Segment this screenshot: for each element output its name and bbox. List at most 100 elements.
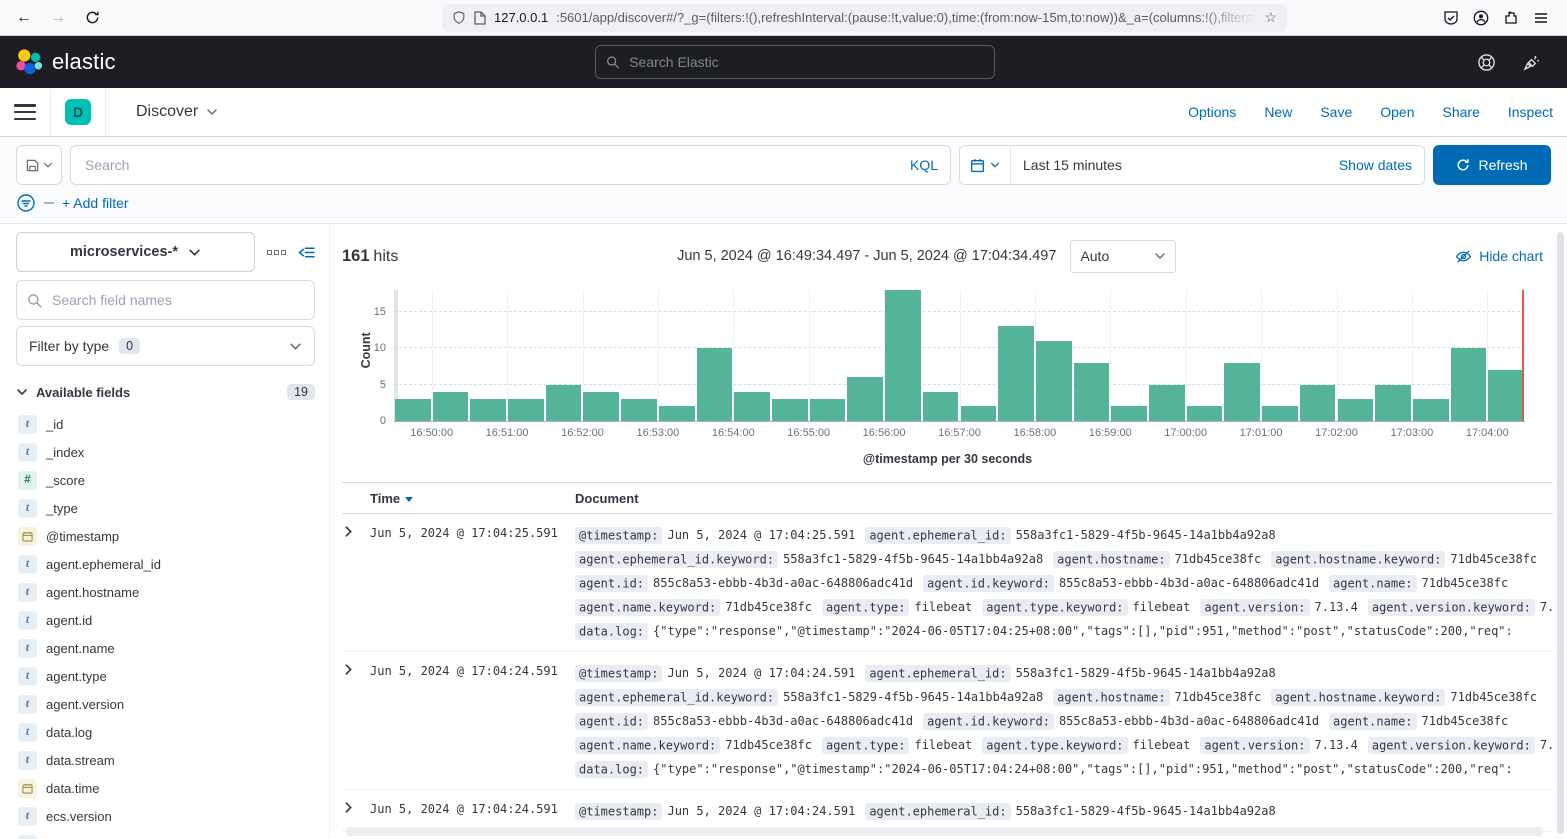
histogram-bar[interactable] <box>658 406 695 421</box>
histogram-bar[interactable] <box>508 399 544 421</box>
field-search-input[interactable] <box>50 291 304 309</box>
nav-link-share[interactable]: Share <box>1443 104 1480 120</box>
nav-link-save[interactable]: Save <box>1320 104 1352 120</box>
show-dates-button[interactable]: Show dates <box>1339 157 1424 173</box>
column-header-time[interactable]: Time <box>370 491 575 506</box>
histogram-bar[interactable] <box>1111 406 1147 421</box>
expand-row-button[interactable] <box>342 799 370 823</box>
date-quick-select-button[interactable] <box>960 146 1011 184</box>
histogram-bar[interactable] <box>545 384 582 421</box>
field-item-agent.name[interactable]: t agent.name <box>16 634 315 662</box>
histogram-bar[interactable] <box>1262 406 1298 421</box>
histogram-bar[interactable] <box>998 326 1034 421</box>
histogram-bar[interactable] <box>1412 399 1449 421</box>
histogram-bar[interactable] <box>1299 384 1336 421</box>
nav-link-new[interactable]: New <box>1264 104 1292 120</box>
field-item-ecs.version[interactable]: t ecs.version <box>16 802 315 830</box>
nav-link-inspect[interactable]: Inspect <box>1508 104 1553 120</box>
time-range-display[interactable]: Last 15 minutes <box>1011 157 1339 173</box>
global-search[interactable] <box>595 45 995 79</box>
field-settings-button[interactable] <box>267 249 286 255</box>
help-icon[interactable] <box>1477 53 1496 72</box>
histogram-bar[interactable] <box>1337 399 1374 421</box>
histogram-chart[interactable]: Count 0 5 10 15 16:50:00 16:51:00 16:52:00 16:… <box>359 290 1525 439</box>
histogram-bar[interactable] <box>1224 362 1261 421</box>
vertical-scrollbar[interactable] <box>1557 232 1564 834</box>
nav-link-options[interactable]: Options <box>1188 104 1236 120</box>
document-line: agent.id: 855c8a53-ebbb-4b3d-a0ac-648806a… <box>575 571 1553 595</box>
kql-search-input[interactable] <box>83 156 894 174</box>
field-item-_id[interactable]: t _id <box>16 410 315 438</box>
histogram-bar[interactable] <box>1073 362 1110 421</box>
histogram-plot-area[interactable]: 0 5 10 15 <box>374 290 1525 427</box>
available-fields-header[interactable]: Available fields 19 <box>16 384 315 400</box>
refresh-button[interactable]: Refresh <box>1433 145 1551 185</box>
field-item-data.time[interactable]: data.time <box>16 774 315 802</box>
hide-chart-button[interactable]: Hide chart <box>1455 248 1543 265</box>
histogram-bar[interactable] <box>621 399 657 421</box>
field-item-agent.hostname[interactable]: t agent.hostname <box>16 578 315 606</box>
space-avatar[interactable]: D <box>65 99 91 125</box>
filter-by-type-select[interactable]: Filter by type 0 <box>16 326 315 366</box>
field-item-agent.version[interactable]: t agent.version <box>16 690 315 718</box>
filter-icon[interactable] <box>16 193 36 213</box>
shield-check-icon[interactable] <box>1443 10 1459 26</box>
histogram-bar[interactable] <box>1450 348 1487 421</box>
collapse-sidebar-icon[interactable] <box>298 245 315 260</box>
horizontal-scrollbar[interactable] <box>346 827 1543 836</box>
extensions-icon[interactable] <box>1503 10 1519 26</box>
histogram-bar[interactable] <box>847 377 884 421</box>
histogram-bar[interactable] <box>1488 370 1524 421</box>
histogram-bar[interactable] <box>1186 406 1223 421</box>
browser-back-button[interactable]: ← <box>10 4 38 32</box>
saved-query-menu-button[interactable] <box>16 145 62 185</box>
histogram-bar[interactable] <box>960 406 997 421</box>
field-item-_type[interactable]: t _type <box>16 494 315 522</box>
field-item-data.stream[interactable]: t data.stream <box>16 746 315 774</box>
breadcrumb-app-title[interactable]: Discover <box>136 103 218 121</box>
histogram-bar[interactable] <box>395 399 431 421</box>
field-item-agent.ephemeral_id[interactable]: t agent.ephemeral_id <box>16 550 315 578</box>
query-language-button[interactable]: KQL <box>902 157 938 173</box>
histogram-bar[interactable] <box>470 399 507 421</box>
string-field-icon: t <box>18 666 37 686</box>
histogram-bar[interactable] <box>1375 384 1411 421</box>
add-filter-button[interactable]: + Add filter <box>62 195 129 211</box>
histogram-bar[interactable] <box>1035 340 1072 421</box>
account-icon[interactable] <box>1473 10 1489 26</box>
browser-forward-button[interactable]: → <box>44 4 72 32</box>
news-icon[interactable] <box>1522 53 1541 72</box>
url-bar[interactable]: 127.0.0.1:5601/app/discover#/?_g=(filter… <box>442 3 1287 32</box>
menu-icon[interactable] <box>1533 10 1549 26</box>
field-item-@timestamp[interactable]: @timestamp <box>16 522 315 550</box>
histogram-bar[interactable] <box>1148 384 1185 421</box>
kql-search-bar[interactable]: KQL <box>70 145 951 185</box>
histogram-bar[interactable] <box>432 391 469 421</box>
interval-select[interactable]: Auto <box>1070 239 1177 273</box>
column-header-document[interactable]: Document <box>575 491 639 506</box>
expand-row-button[interactable] <box>342 661 370 781</box>
elastic-brand[interactable]: elastic <box>14 47 116 77</box>
field-item-_index[interactable]: t _index <box>16 438 315 466</box>
histogram-bar[interactable] <box>922 391 959 421</box>
expand-row-button[interactable] <box>342 523 370 643</box>
histogram-bar[interactable] <box>771 399 808 421</box>
browser-reload-button[interactable] <box>78 4 106 32</box>
field-value-pair: agent.hostname.keyword: 71db45ce38fc <box>1271 550 1537 568</box>
histogram-bar[interactable] <box>734 391 770 421</box>
field-search[interactable] <box>16 280 315 320</box>
histogram-bar[interactable] <box>885 290 921 421</box>
field-item-_score[interactable]: # _score <box>16 466 315 494</box>
histogram-bar[interactable] <box>696 348 733 421</box>
bookmark-star-icon[interactable]: ☆ <box>1264 9 1277 26</box>
histogram-bar[interactable] <box>809 399 846 421</box>
histogram-bar[interactable] <box>583 391 620 421</box>
global-search-input[interactable] <box>627 53 984 71</box>
nav-menu-button[interactable] <box>14 104 36 120</box>
field-item-data.log[interactable]: t data.log <box>16 718 315 746</box>
field-item-agent.id[interactable]: t agent.id <box>16 606 315 634</box>
field-item-agent.type[interactable]: t agent.type <box>16 662 315 690</box>
index-pattern-select[interactable]: microservices-* <box>16 232 255 272</box>
field-item-host.name[interactable]: thost.name <box>16 830 315 839</box>
nav-link-open[interactable]: Open <box>1380 104 1414 120</box>
